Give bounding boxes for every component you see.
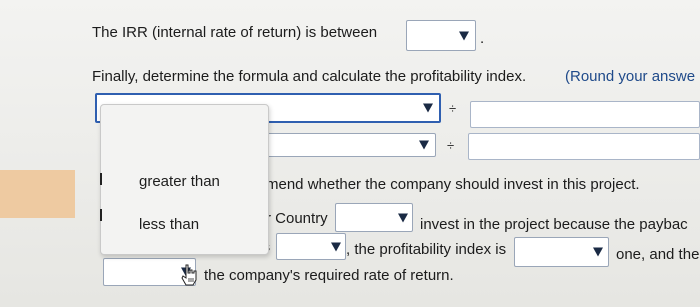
irr-range-dropdown[interactable] (406, 20, 476, 51)
formula-row2-dropdown[interactable] (262, 133, 436, 157)
pi-comparison-dropdown[interactable] (514, 237, 609, 267)
return-text: the company's required rate of return. (204, 267, 454, 284)
irr-question-text: The IRR (internal rate of return) is bet… (92, 24, 378, 41)
chevron-down-icon (331, 242, 341, 251)
invest-text: invest in the project because the paybac (420, 216, 688, 233)
menu-edge-mark (100, 209, 102, 221)
dropdown-option-greater-than[interactable]: greater than (139, 173, 220, 190)
pi-prompt-text: Finally, determine the formula and calcu… (92, 68, 527, 85)
chevron-down-icon (398, 213, 408, 222)
menu-edge-mark (100, 173, 102, 185)
one-text: one, and the (616, 246, 700, 263)
payback-comparison-dropdown[interactable] (276, 233, 346, 260)
country-text: r Country (266, 210, 328, 227)
pi-is-text: , the profitability index is (346, 241, 507, 258)
invest-decision-dropdown[interactable] (335, 203, 413, 232)
chevron-down-icon (593, 247, 603, 257)
hand-cursor-icon (181, 264, 197, 286)
left-highlight-strip (0, 170, 75, 218)
recommend-text: mend whether the company should invest i… (266, 176, 640, 193)
formula-denominator-field-2[interactable] (468, 133, 700, 160)
dropdown-menu: greater than less than (100, 104, 269, 255)
chevron-down-icon (423, 103, 433, 113)
chevron-down-icon (419, 140, 429, 150)
divide-sign-1: ÷ (449, 101, 457, 116)
irr-period: . (480, 30, 485, 47)
rounding-hint: (Round your answe (565, 68, 696, 85)
formula-denominator-field-1[interactable] (470, 101, 700, 128)
chevron-down-icon (459, 31, 469, 40)
dropdown-option-less-than[interactable]: less than (139, 216, 199, 233)
divide-sign-2: ÷ (447, 138, 455, 153)
